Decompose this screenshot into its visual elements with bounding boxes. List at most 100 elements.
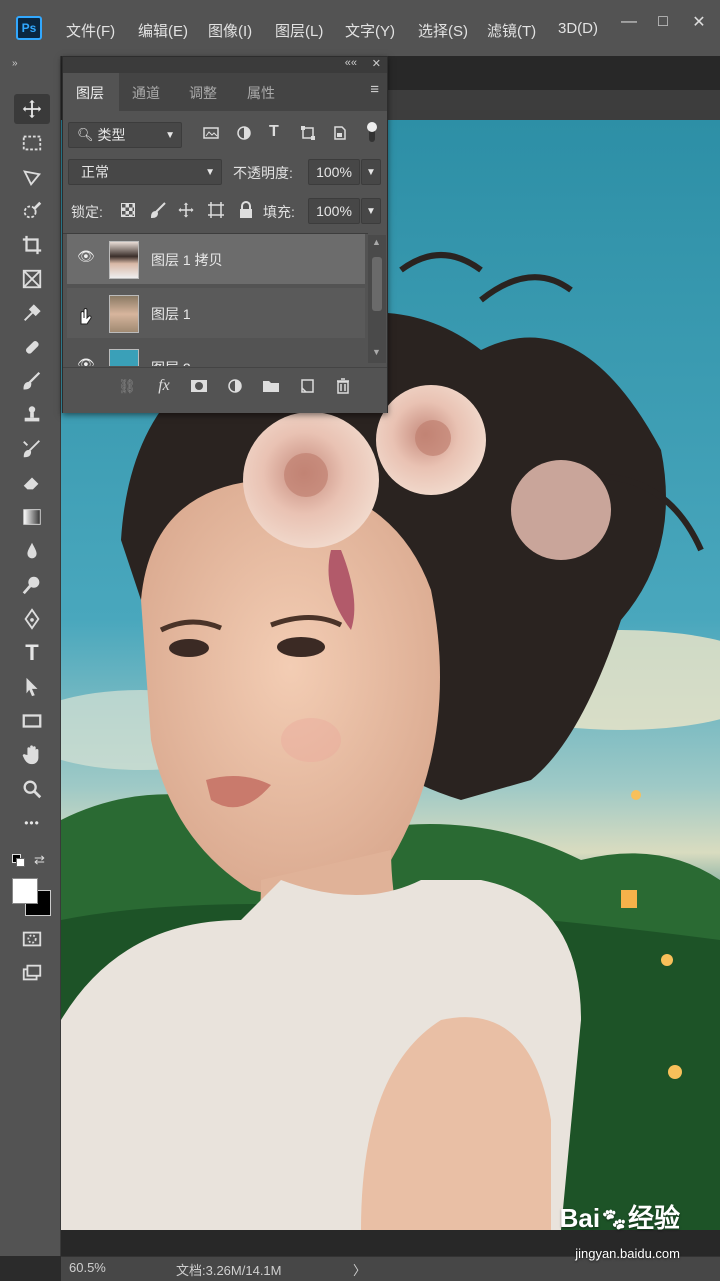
dodge-tool-icon[interactable] (14, 570, 50, 600)
document-size: 文档:3.26M/14.1M (176, 1263, 282, 1278)
panel-tab-bar: 图层 通道 调整 属性 ≡ (63, 73, 387, 111)
history-brush-tool-icon[interactable] (14, 434, 50, 464)
lock-artboard-icon[interactable] (207, 201, 225, 219)
hand-tool-icon[interactable] (14, 740, 50, 770)
link-layers-icon[interactable]: ⛓︎ (115, 375, 139, 397)
tab-channels[interactable]: 通道 (132, 83, 160, 103)
smart-object-filter-icon[interactable] (332, 125, 348, 141)
layer-name: 图层 1 (151, 306, 191, 322)
tab-adjustments[interactable]: 调整 (189, 83, 217, 103)
layer-row[interactable]: 👁︎ 图层 2 (67, 342, 365, 366)
layer-name: 图层 1 拷贝 (151, 252, 223, 268)
layer-list-scrollbar[interactable]: ▲ ▼ (368, 235, 386, 363)
search-icon: 🔍︎ (77, 127, 94, 142)
collapse-panel-icon[interactable]: «« (345, 57, 357, 69)
new-layer-icon[interactable] (295, 375, 319, 397)
layer-row[interactable]: 图层 1 (67, 288, 365, 338)
scrollbar-thumb[interactable] (372, 257, 382, 311)
screen-mode-icon[interactable] (14, 958, 50, 988)
menu-layer[interactable]: 图层(L) (275, 20, 323, 41)
quick-select-tool-icon[interactable] (14, 196, 50, 226)
foreground-color-swatch[interactable] (12, 878, 38, 904)
eye-visibility-icon[interactable]: 👁︎ (77, 356, 95, 366)
close-window-button[interactable]: ✕ (684, 10, 714, 34)
add-mask-icon[interactable] (187, 375, 211, 397)
blend-mode-value: 正常 (81, 164, 109, 180)
shape-filter-icon[interactable] (300, 125, 316, 141)
menu-image[interactable]: 图像(I) (208, 20, 252, 41)
zoom-tool-icon[interactable] (14, 774, 50, 804)
watermark-brand: Bai (559, 1203, 601, 1233)
clone-stamp-tool-icon[interactable] (14, 400, 50, 430)
scroll-down-icon[interactable]: ▼ (372, 347, 381, 357)
pen-tool-icon[interactable] (14, 604, 50, 634)
fill-label: 填充: (263, 204, 295, 220)
pixel-filter-icon[interactable] (203, 125, 219, 141)
frame-tool-icon[interactable] (14, 264, 50, 294)
eye-visibility-toggle[interactable] (75, 304, 93, 325)
panel-menu-icon[interactable]: ≡ (370, 81, 379, 98)
type-filter-icon[interactable]: T (269, 123, 279, 141)
crop-tool-icon[interactable] (14, 230, 50, 260)
layer-thumbnail (109, 241, 139, 279)
blend-mode-select[interactable]: 正常 ▼ (68, 159, 222, 185)
menu-3d[interactable]: 3D(D) (558, 20, 598, 37)
blur-tool-icon[interactable] (14, 536, 50, 566)
lock-label: 锁定: (71, 204, 103, 220)
fill-input[interactable]: 100% (308, 198, 360, 224)
layer-thumbnail (109, 349, 139, 366)
status-menu-arrow-icon[interactable]: 〉 (353, 1260, 366, 1279)
more-tools-icon[interactable]: ••• (14, 808, 50, 838)
eyedropper-tool-icon[interactable] (14, 298, 50, 328)
tab-properties[interactable]: 属性 (247, 83, 275, 103)
type-tool-icon[interactable]: T (14, 638, 50, 668)
layer-name: 图层 2 (151, 358, 191, 366)
menu-file[interactable]: 文件(F) (66, 20, 115, 41)
lock-transparent-icon[interactable] (121, 203, 135, 217)
menu-edit[interactable]: 编辑(E) (138, 20, 188, 41)
menu-filter[interactable]: 滤镜(T) (487, 20, 536, 41)
brush-tool-icon[interactable] (14, 366, 50, 396)
fx-styles-icon[interactable]: fx (152, 375, 176, 397)
filter-toggle-switch[interactable] (365, 121, 379, 145)
gradient-tool-icon[interactable] (14, 502, 50, 532)
opacity-dropdown-icon[interactable]: ▼ (361, 159, 381, 185)
menu-select[interactable]: 选择(S) (418, 20, 468, 41)
opacity-input[interactable]: 100% (308, 159, 360, 185)
scroll-up-icon[interactable]: ▲ (372, 237, 381, 247)
lasso-tool-icon[interactable] (14, 162, 50, 192)
default-colors-icon[interactable] (12, 854, 25, 867)
chevron-down-icon: ▼ (165, 129, 175, 141)
path-selection-tool-icon[interactable] (14, 672, 50, 702)
watermark-brand-suffix: 经验 (627, 1203, 680, 1233)
expand-toolbar-icon[interactable]: » (12, 58, 18, 69)
new-group-folder-icon[interactable] (259, 375, 283, 397)
maximize-button[interactable]: □ (648, 10, 678, 34)
layer-row[interactable]: 👁︎ 图层 1 拷贝 (67, 234, 365, 284)
lock-all-icon[interactable] (238, 201, 254, 219)
eraser-tool-icon[interactable] (14, 468, 50, 498)
lock-position-icon[interactable] (177, 201, 195, 219)
fill-dropdown-icon[interactable]: ▼ (361, 198, 381, 224)
marquee-tool-icon[interactable] (14, 128, 50, 158)
watermark-url: jingyan.baidu.com (575, 1246, 680, 1261)
minimize-button[interactable]: — (614, 10, 644, 34)
rectangle-tool-icon[interactable] (14, 706, 50, 736)
trash-delete-icon[interactable] (331, 375, 355, 397)
opacity-label: 不透明度: (233, 165, 293, 181)
quick-mask-icon[interactable] (14, 924, 50, 954)
adjustment-layer-icon[interactable] (223, 375, 247, 397)
adjustment-filter-icon[interactable] (236, 125, 252, 141)
lock-pixels-icon[interactable] (149, 201, 167, 219)
swap-colors-icon[interactable]: ⇄ (34, 852, 45, 868)
layer-list: 👁︎ 图层 1 拷贝 图层 1 👁︎ 图层 2 (63, 233, 368, 366)
menu-bar: Ps 文件(F) 编辑(E) 图像(I) 图层(L) 文字(Y) 选择(S) 滤… (0, 0, 720, 56)
tab-layers[interactable]: 图层 (76, 83, 104, 103)
zoom-level[interactable]: 60.5% (69, 1260, 106, 1275)
move-tool-icon[interactable] (14, 94, 50, 124)
close-panel-icon[interactable]: ✕ (372, 57, 381, 70)
menu-type[interactable]: 文字(Y) (345, 20, 395, 41)
healing-brush-tool-icon[interactable] (14, 332, 50, 362)
eye-visibility-icon[interactable]: 👁︎ (77, 248, 95, 265)
layer-filter-select[interactable]: 🔍︎ 类型 ▼ (68, 122, 182, 148)
